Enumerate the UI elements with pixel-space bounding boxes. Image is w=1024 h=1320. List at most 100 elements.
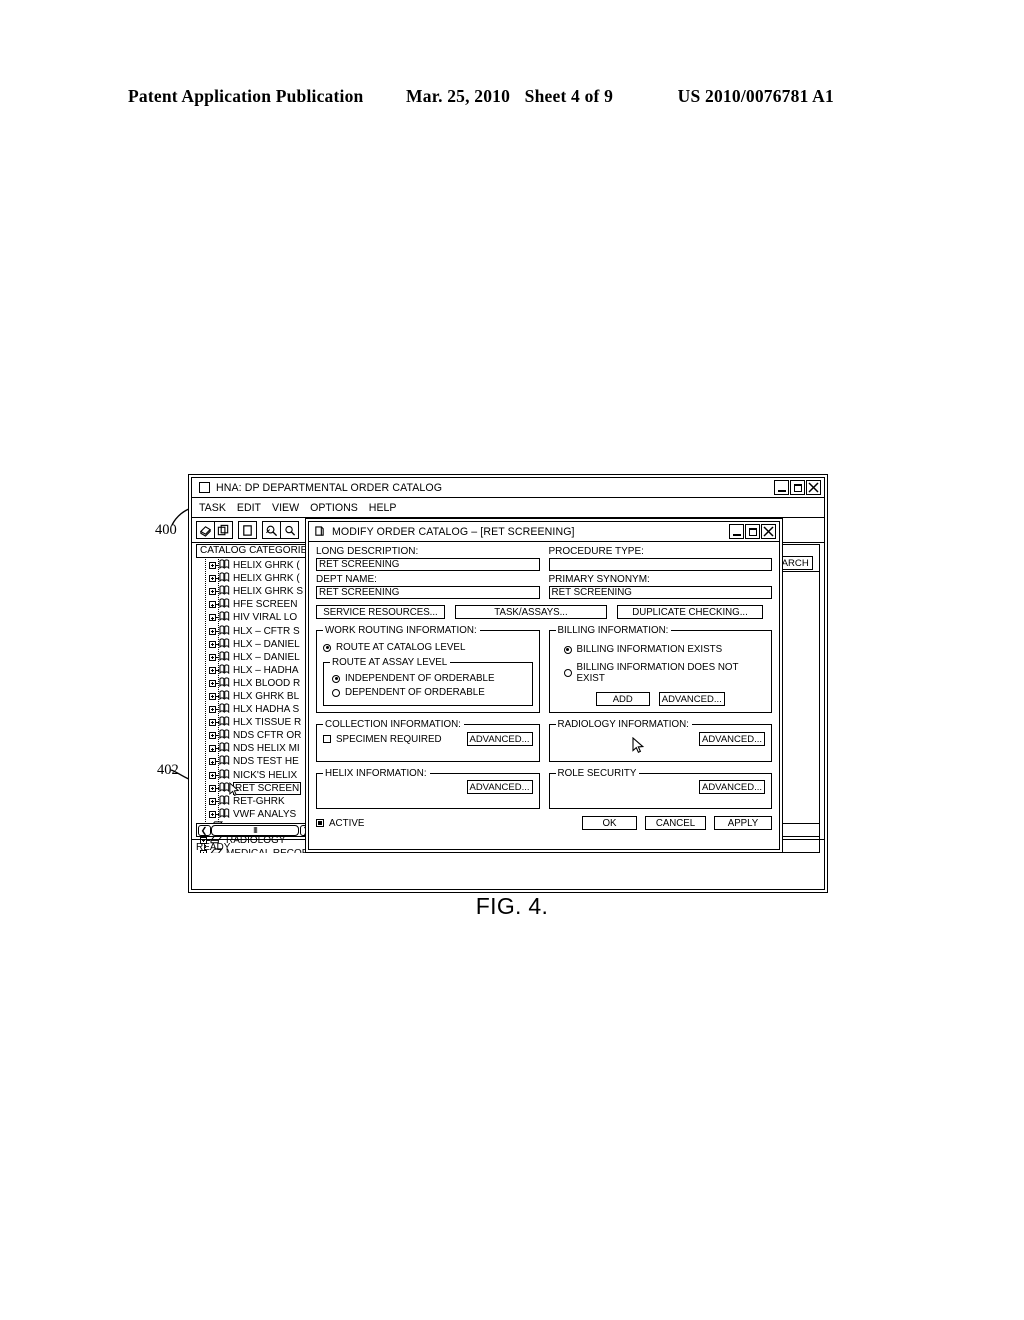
catalog-tree-panel: CATALOG CATEGORIES HELIX GHRK (HELIX GHR… [196,544,314,853]
copy-toolbar-button[interactable] [214,521,233,539]
menu-item-view[interactable]: VIEW [272,502,299,514]
menu-item-task[interactable]: TASK [199,502,226,514]
tree-item-2[interactable]: HELIX GHRK ( [196,572,314,585]
collection-advanced-button[interactable]: ADVANCED... [466,732,533,746]
billing-exists-radio[interactable] [563,645,572,654]
tree-expand-icon[interactable] [209,745,216,753]
tree-expand-icon[interactable] [209,614,216,622]
tree-expand-icon[interactable] [209,758,216,766]
independent-of-orderable-radio[interactable] [332,674,340,683]
tree-expand-icon[interactable] [209,706,216,714]
tree-item-8[interactable]: HLX – DANIEL [196,651,314,664]
tree-expand-icon[interactable] [209,784,216,792]
long-description-label: LONG DESCRIPTION: [316,546,419,557]
tree-expand-icon[interactable] [209,797,216,805]
tree-item-12[interactable]: HLX HADHA S [196,703,314,716]
helix-advanced-button[interactable]: ADVANCED... [466,780,533,794]
active-checkbox[interactable] [316,819,324,827]
find-toolbar-button[interactable] [262,521,281,539]
tree-expand-icon[interactable] [209,601,216,609]
book-icon [219,585,230,596]
billing-not-exists-radio[interactable] [563,669,572,677]
dependent-of-orderable-option[interactable]: DEPENDENT OF ORDERABLE [332,687,526,698]
billing-not-exists-option[interactable]: BILLING INFORMATION DOES NOT EXIST [563,662,766,684]
billing-exists-option[interactable]: BILLING INFORMATION EXISTS [563,644,766,655]
tree-item-1[interactable]: HELIX GHRK ( [196,559,314,572]
tree-item-9[interactable]: HLX – HADHA [196,664,314,677]
tree-expand-icon[interactable] [209,627,216,635]
tree-item-11[interactable]: HLX GHRK BL [196,690,314,703]
primary-synonym-input[interactable]: RET SCREENING [548,586,772,599]
restore-button[interactable] [790,480,805,495]
book-icon [219,664,230,677]
tree-expand-icon[interactable] [209,575,216,583]
dialog-title: MODIFY ORDER CATALOG – [RET SCREENING] [332,525,575,538]
tree-expand-icon[interactable] [209,666,216,674]
system-menu-icon[interactable] [199,482,210,493]
book-icon [219,755,230,766]
duplicate-checking-button[interactable]: DUPLICATE CHECKING... [617,605,763,619]
tree-item-15[interactable]: NDS HELIX MI [196,742,314,755]
search-toolbar-button[interactable] [280,521,299,539]
radiology-advanced-button[interactable]: ADVANCED... [699,732,765,746]
cancel-button[interactable]: CANCEL [645,816,706,830]
tree-item-label: HLX HADHA S [233,704,300,716]
billing-information-group: BILLING INFORMATION: BILLING INFORMATION… [548,625,772,713]
tree-item-18[interactable]: RET SCREEN [196,781,314,795]
new-document-toolbar-button[interactable] [238,521,257,539]
menu-item-options[interactable]: OPTIONS [310,502,358,514]
ok-button[interactable]: OK [582,816,637,830]
tree-item-13[interactable]: HLX TISSUE R [196,716,314,729]
dialog-close-button[interactable] [761,524,776,539]
independent-of-orderable-option[interactable]: INDEPENDENT OF ORDERABLE [332,673,526,684]
billing-add-button[interactable]: ADD [595,692,650,706]
tree-item-5[interactable]: HIV VIRAL LO [196,611,314,624]
tree-item-4[interactable]: HFE SCREEN [196,598,314,611]
close-button[interactable] [806,480,821,495]
tree-item-17[interactable]: NICK'S HELIX [196,768,314,782]
patent-date-label: Mar. 25, 2010 [406,86,511,106]
tree-expand-icon[interactable] [209,810,216,818]
route-at-assay-level-title: ROUTE AT ASSAY LEVEL [330,657,451,668]
tree-expand-icon[interactable] [209,653,216,661]
apply-button[interactable]: APPLY [714,816,772,830]
tree-item-14[interactable]: NDS CFTR OR [196,729,314,742]
tree-expand-icon[interactable] [209,588,216,596]
scroll-thumb[interactable]: III [211,824,299,836]
tree-expand-icon[interactable] [209,732,216,740]
service-resources-button[interactable]: SERVICE RESOURCES... [316,605,445,619]
tree-expand-icon[interactable] [209,679,216,687]
tree-expand-icon[interactable] [209,562,216,570]
dialog-restore-button[interactable] [745,524,760,539]
tree-item-10[interactable]: HLX BLOOD R [196,677,314,690]
dependent-of-orderable-radio[interactable] [332,688,340,697]
tree-horizontal-scrollbar[interactable]: ❮ III ❯ [196,823,314,837]
dialog-minimize-button[interactable] [729,524,744,539]
tree-expand-icon[interactable] [209,771,216,779]
catalog-toolbar-button[interactable] [196,521,215,539]
route-at-catalog-level-option[interactable]: ROUTE AT CATALOG LEVEL [323,642,533,653]
long-description-input[interactable]: RET SCREENING [316,558,540,571]
tree-expand-icon[interactable] [209,719,216,727]
minimize-button[interactable] [774,480,789,495]
tree-item-6[interactable]: HLX – CFTR S [196,624,314,637]
tree-item-20[interactable]: VWF ANALYS [196,808,314,821]
tree-item-3[interactable]: HELIX GHRK S [196,585,314,598]
role-security-advanced-button[interactable]: ADVANCED... [699,780,765,794]
route-at-catalog-level-radio[interactable] [323,643,331,652]
scroll-left-arrow-icon[interactable]: ❮ [197,824,211,836]
task-assays-button[interactable]: TASK/ASSAYS... [455,605,607,619]
tree-item-19[interactable]: RET-GHRK [196,795,314,808]
tree-item-16[interactable]: NDS TEST HE [196,755,314,768]
tree-expand-icon[interactable] [209,692,216,700]
procedure-type-input[interactable] [548,558,772,571]
tree-item-7[interactable]: HLX – DANIEL [196,637,314,651]
billing-advanced-button[interactable]: ADVANCED... [658,692,725,706]
dept-name-input[interactable]: RET SCREENING [316,586,540,599]
menu-item-help[interactable]: HELP [369,502,397,514]
specimen-required-checkbox[interactable] [323,735,331,743]
tree-expand-icon[interactable] [209,640,216,648]
menu-item-edit[interactable]: EDIT [237,502,261,514]
catalog-tree-list[interactable]: HELIX GHRK (HELIX GHRK (HELIX GHRK S HFE … [196,559,314,853]
tree-item-label: HLX BLOOD R [233,677,301,689]
